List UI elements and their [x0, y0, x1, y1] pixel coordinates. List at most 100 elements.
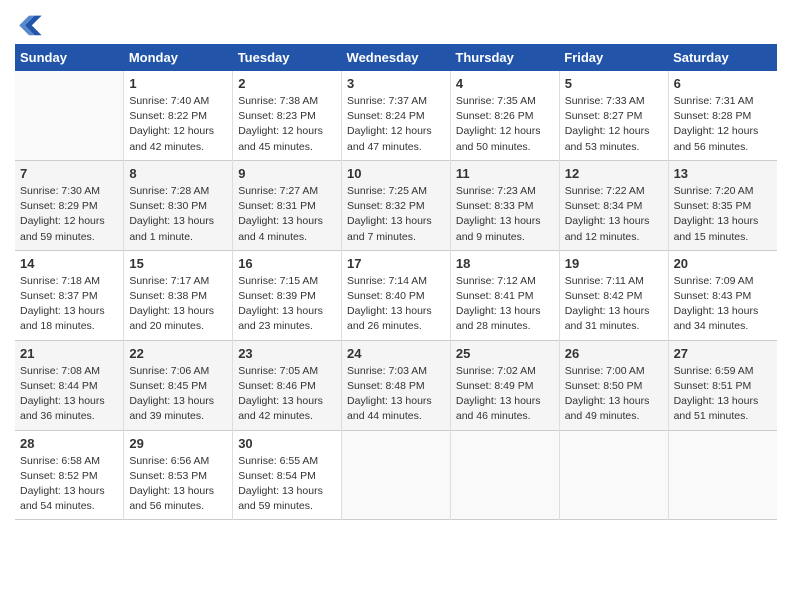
- day-number: 3: [347, 76, 445, 91]
- calendar-table: SundayMondayTuesdayWednesdayThursdayFrid…: [15, 44, 777, 520]
- calendar-cell: 2 Sunrise: 7:38 AM Sunset: 8:23 PM Daylig…: [233, 71, 342, 160]
- day-number: 20: [674, 256, 772, 271]
- day-number: 2: [238, 76, 336, 91]
- calendar-cell: 12 Sunrise: 7:22 AM Sunset: 8:34 PM Dayli…: [559, 160, 668, 250]
- day-number: 7: [20, 166, 118, 181]
- logo-icon: [15, 10, 43, 38]
- day-info: Sunrise: 7:38 AM Sunset: 8:23 PM Dayligh…: [238, 94, 336, 155]
- day-info: Sunrise: 7:30 AM Sunset: 8:29 PM Dayligh…: [20, 184, 118, 245]
- weekday-header: Tuesday: [233, 44, 342, 71]
- day-number: 24: [347, 346, 445, 361]
- day-number: 23: [238, 346, 336, 361]
- day-number: 5: [565, 76, 663, 91]
- calendar-cell: 17 Sunrise: 7:14 AM Sunset: 8:40 PM Dayli…: [342, 250, 451, 340]
- day-info: Sunrise: 7:23 AM Sunset: 8:33 PM Dayligh…: [456, 184, 554, 245]
- day-number: 30: [238, 436, 336, 451]
- calendar-week-row: 1 Sunrise: 7:40 AM Sunset: 8:22 PM Daylig…: [15, 71, 777, 160]
- day-info: Sunrise: 7:11 AM Sunset: 8:42 PM Dayligh…: [565, 274, 663, 335]
- calendar-cell: 24 Sunrise: 7:03 AM Sunset: 8:48 PM Dayli…: [342, 340, 451, 430]
- day-info: Sunrise: 7:15 AM Sunset: 8:39 PM Dayligh…: [238, 274, 336, 335]
- weekday-header: Wednesday: [342, 44, 451, 71]
- calendar-cell: 1 Sunrise: 7:40 AM Sunset: 8:22 PM Daylig…: [124, 71, 233, 160]
- calendar-cell: 19 Sunrise: 7:11 AM Sunset: 8:42 PM Dayli…: [559, 250, 668, 340]
- day-info: Sunrise: 7:27 AM Sunset: 8:31 PM Dayligh…: [238, 184, 336, 245]
- day-number: 8: [129, 166, 227, 181]
- day-number: 29: [129, 436, 227, 451]
- day-number: 9: [238, 166, 336, 181]
- day-number: 1: [129, 76, 227, 91]
- day-info: Sunrise: 6:59 AM Sunset: 8:51 PM Dayligh…: [674, 364, 772, 425]
- calendar-header-row: SundayMondayTuesdayWednesdayThursdayFrid…: [15, 44, 777, 71]
- calendar-cell: [559, 430, 668, 520]
- day-number: 21: [20, 346, 118, 361]
- day-info: Sunrise: 6:58 AM Sunset: 8:52 PM Dayligh…: [20, 454, 118, 515]
- calendar-cell: 10 Sunrise: 7:25 AM Sunset: 8:32 PM Dayli…: [342, 160, 451, 250]
- day-number: 11: [456, 166, 554, 181]
- day-number: 28: [20, 436, 118, 451]
- day-number: 16: [238, 256, 336, 271]
- day-number: 25: [456, 346, 554, 361]
- calendar-week-row: 21 Sunrise: 7:08 AM Sunset: 8:44 PM Dayli…: [15, 340, 777, 430]
- day-info: Sunrise: 7:14 AM Sunset: 8:40 PM Dayligh…: [347, 274, 445, 335]
- day-info: Sunrise: 7:33 AM Sunset: 8:27 PM Dayligh…: [565, 94, 663, 155]
- weekday-header: Monday: [124, 44, 233, 71]
- calendar-cell: 30 Sunrise: 6:55 AM Sunset: 8:54 PM Dayli…: [233, 430, 342, 520]
- day-info: Sunrise: 7:31 AM Sunset: 8:28 PM Dayligh…: [674, 94, 772, 155]
- calendar-cell: 16 Sunrise: 7:15 AM Sunset: 8:39 PM Dayli…: [233, 250, 342, 340]
- weekday-header: Thursday: [450, 44, 559, 71]
- day-info: Sunrise: 7:03 AM Sunset: 8:48 PM Dayligh…: [347, 364, 445, 425]
- calendar-cell: 3 Sunrise: 7:37 AM Sunset: 8:24 PM Daylig…: [342, 71, 451, 160]
- calendar-cell: 27 Sunrise: 6:59 AM Sunset: 8:51 PM Dayli…: [668, 340, 777, 430]
- day-number: 27: [674, 346, 772, 361]
- day-info: Sunrise: 7:22 AM Sunset: 8:34 PM Dayligh…: [565, 184, 663, 245]
- day-info: Sunrise: 7:40 AM Sunset: 8:22 PM Dayligh…: [129, 94, 227, 155]
- day-number: 15: [129, 256, 227, 271]
- calendar-cell: [668, 430, 777, 520]
- day-number: 14: [20, 256, 118, 271]
- calendar-cell: 22 Sunrise: 7:06 AM Sunset: 8:45 PM Dayli…: [124, 340, 233, 430]
- day-info: Sunrise: 7:20 AM Sunset: 8:35 PM Dayligh…: [674, 184, 772, 245]
- calendar-cell: 21 Sunrise: 7:08 AM Sunset: 8:44 PM Dayli…: [15, 340, 124, 430]
- day-number: 17: [347, 256, 445, 271]
- day-info: Sunrise: 7:28 AM Sunset: 8:30 PM Dayligh…: [129, 184, 227, 245]
- day-info: Sunrise: 7:18 AM Sunset: 8:37 PM Dayligh…: [20, 274, 118, 335]
- day-info: Sunrise: 7:05 AM Sunset: 8:46 PM Dayligh…: [238, 364, 336, 425]
- calendar-week-row: 7 Sunrise: 7:30 AM Sunset: 8:29 PM Daylig…: [15, 160, 777, 250]
- day-info: Sunrise: 7:12 AM Sunset: 8:41 PM Dayligh…: [456, 274, 554, 335]
- calendar-cell: 18Sunrise: 7:12 AM Sunset: 8:41 PM Dayli…: [450, 250, 559, 340]
- calendar-cell: 29 Sunrise: 6:56 AM Sunset: 8:53 PM Dayli…: [124, 430, 233, 520]
- day-info: Sunrise: 6:56 AM Sunset: 8:53 PM Dayligh…: [129, 454, 227, 515]
- calendar-cell: 15 Sunrise: 7:17 AM Sunset: 8:38 PM Dayli…: [124, 250, 233, 340]
- calendar-cell: [342, 430, 451, 520]
- day-number: 12: [565, 166, 663, 181]
- day-info: Sunrise: 7:02 AM Sunset: 8:49 PM Dayligh…: [456, 364, 554, 425]
- day-info: Sunrise: 7:08 AM Sunset: 8:44 PM Dayligh…: [20, 364, 118, 425]
- day-number: 4: [456, 76, 554, 91]
- calendar-cell: 5 Sunrise: 7:33 AM Sunset: 8:27 PM Daylig…: [559, 71, 668, 160]
- day-number: 19: [565, 256, 663, 271]
- weekday-header: Sunday: [15, 44, 124, 71]
- day-number: 6: [674, 76, 772, 91]
- weekday-header: Saturday: [668, 44, 777, 71]
- calendar-cell: 23 Sunrise: 7:05 AM Sunset: 8:46 PM Dayli…: [233, 340, 342, 430]
- calendar-cell: 26Sunrise: 7:00 AM Sunset: 8:50 PM Dayli…: [559, 340, 668, 430]
- calendar-cell: 20Sunrise: 7:09 AM Sunset: 8:43 PM Dayli…: [668, 250, 777, 340]
- calendar-cell: 6 Sunrise: 7:31 AM Sunset: 8:28 PM Daylig…: [668, 71, 777, 160]
- logo: [15, 10, 47, 38]
- day-info: Sunrise: 7:37 AM Sunset: 8:24 PM Dayligh…: [347, 94, 445, 155]
- calendar-cell: [450, 430, 559, 520]
- day-info: Sunrise: 7:35 AM Sunset: 8:26 PM Dayligh…: [456, 94, 554, 155]
- calendar-cell: 13Sunrise: 7:20 AM Sunset: 8:35 PM Dayli…: [668, 160, 777, 250]
- day-info: Sunrise: 7:00 AM Sunset: 8:50 PM Dayligh…: [565, 364, 663, 425]
- day-info: Sunrise: 6:55 AM Sunset: 8:54 PM Dayligh…: [238, 454, 336, 515]
- day-info: Sunrise: 7:06 AM Sunset: 8:45 PM Dayligh…: [129, 364, 227, 425]
- calendar-cell: 4 Sunrise: 7:35 AM Sunset: 8:26 PM Daylig…: [450, 71, 559, 160]
- calendar-cell: 9 Sunrise: 7:27 AM Sunset: 8:31 PM Daylig…: [233, 160, 342, 250]
- day-info: Sunrise: 7:17 AM Sunset: 8:38 PM Dayligh…: [129, 274, 227, 335]
- calendar-cell: 28 Sunrise: 6:58 AM Sunset: 8:52 PM Dayli…: [15, 430, 124, 520]
- day-info: Sunrise: 7:25 AM Sunset: 8:32 PM Dayligh…: [347, 184, 445, 245]
- calendar-cell: 11 Sunrise: 7:23 AM Sunset: 8:33 PM Dayli…: [450, 160, 559, 250]
- day-number: 10: [347, 166, 445, 181]
- day-number: 22: [129, 346, 227, 361]
- calendar-cell: [15, 71, 124, 160]
